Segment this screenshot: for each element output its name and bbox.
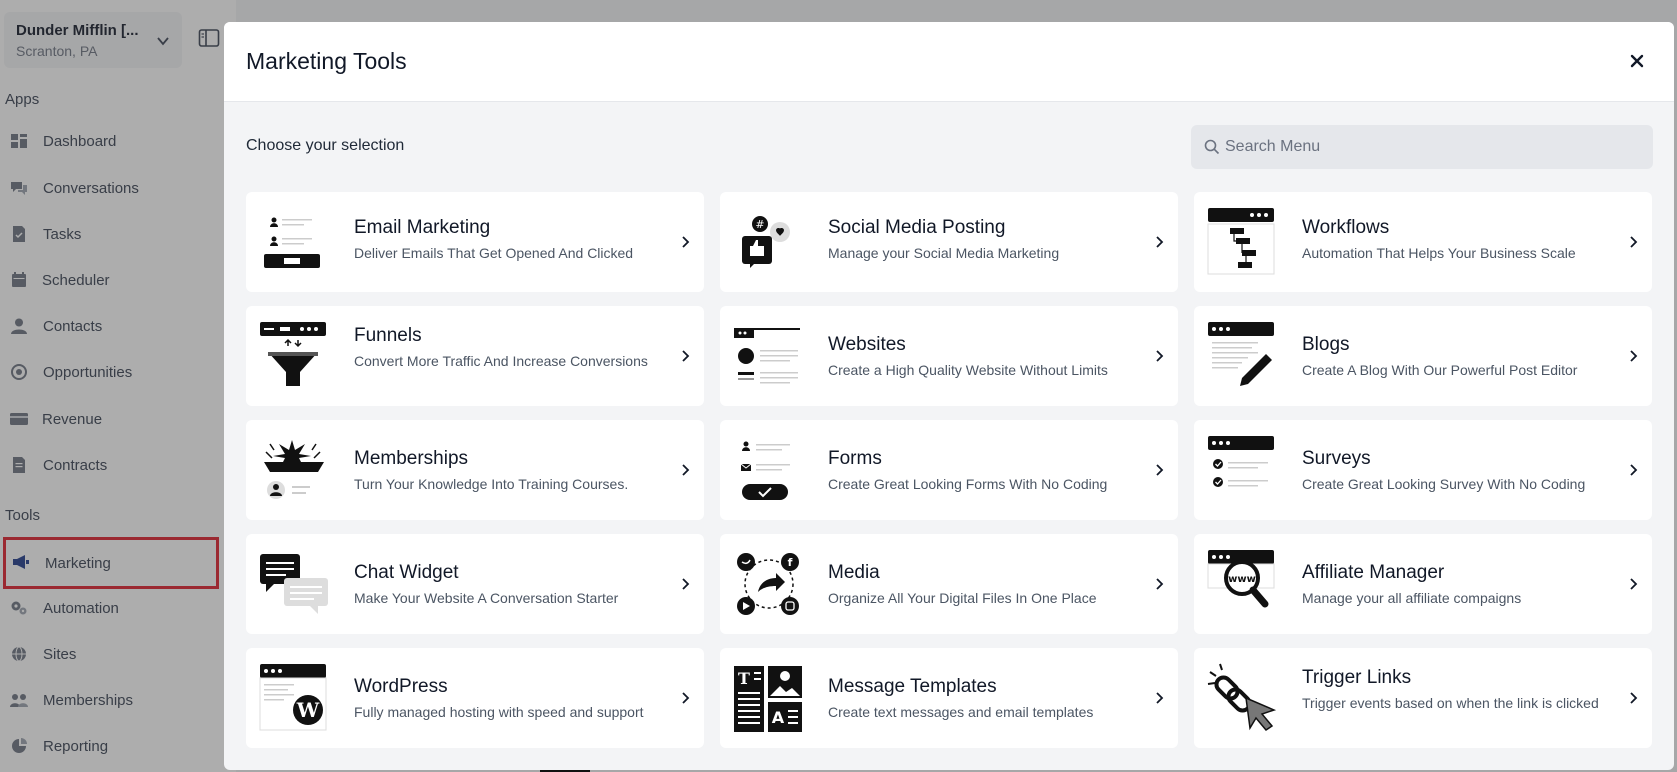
chevron-right-icon bbox=[682, 692, 690, 704]
card-title: Social Media Posting bbox=[828, 217, 1006, 238]
svg-text:W: W bbox=[296, 698, 320, 722]
close-icon[interactable] bbox=[1628, 52, 1646, 70]
chevron-right-icon bbox=[1630, 236, 1638, 248]
tool-card-websites[interactable]: Websites Create a High Quality Website W… bbox=[720, 306, 1178, 406]
tool-card-chat-widget[interactable]: Chat Widget Make Your Website A Conversa… bbox=[246, 534, 704, 634]
card-title: Media bbox=[828, 562, 880, 583]
tool-card-memberships[interactable]: Memberships Turn Your Knowledge Into Tra… bbox=[246, 420, 704, 520]
chevron-right-icon bbox=[1630, 350, 1638, 362]
modal-header: Marketing Tools bbox=[224, 22, 1674, 102]
chevron-right-icon bbox=[1630, 464, 1638, 476]
card-title: Email Marketing bbox=[354, 217, 491, 238]
card-description: Convert More Traffic And Increase Conver… bbox=[354, 353, 648, 369]
tool-card-forms[interactable]: Forms Create Great Looking Forms With No… bbox=[720, 420, 1178, 520]
card-description: Create Great Looking Forms With No Codin… bbox=[828, 476, 1108, 492]
card-description: Create a High Quality Website Without Li… bbox=[828, 362, 1108, 378]
card-description: Trigger events based on when the link is… bbox=[1302, 695, 1599, 711]
funnel-icon bbox=[260, 322, 326, 386]
card-description: Automation That Helps Your Business Scal… bbox=[1302, 245, 1576, 261]
chevron-right-icon bbox=[682, 236, 690, 248]
card-title: Surveys bbox=[1302, 448, 1371, 469]
chevron-right-icon bbox=[682, 350, 690, 362]
search-icon bbox=[1204, 139, 1220, 155]
svg-text:T: T bbox=[738, 669, 750, 688]
chevron-right-icon bbox=[682, 578, 690, 590]
card-title: Chat Widget bbox=[354, 562, 459, 583]
svg-text:A: A bbox=[772, 708, 785, 727]
card-title: Trigger Links bbox=[1302, 667, 1412, 688]
tool-card-blogs[interactable]: Blogs Create A Blog With Our Powerful Po… bbox=[1194, 306, 1652, 406]
affiliate-icon: www bbox=[1207, 550, 1275, 608]
chevron-right-icon bbox=[1156, 692, 1164, 704]
chevron-right-icon bbox=[1156, 350, 1164, 362]
card-description: Make Your Website A Conversation Starter bbox=[354, 590, 619, 606]
tool-card-wordpress[interactable]: W WordPress Fully managed hosting with s… bbox=[246, 648, 704, 748]
survey-icon bbox=[1208, 436, 1274, 487]
card-title: Message Templates bbox=[828, 676, 997, 697]
chevron-right-icon bbox=[1156, 236, 1164, 248]
card-title: Affiliate Manager bbox=[1302, 562, 1445, 583]
membership-icon bbox=[264, 440, 324, 499]
message-template-icon: T A bbox=[734, 666, 802, 732]
website-icon bbox=[734, 328, 800, 384]
svg-text:#: # bbox=[755, 218, 764, 231]
email-marketing-icon bbox=[264, 217, 320, 268]
search-input[interactable] bbox=[1225, 125, 1645, 169]
chat-widget-icon bbox=[260, 554, 328, 614]
svg-text:www: www bbox=[1228, 574, 1256, 585]
card-title: Blogs bbox=[1302, 334, 1350, 355]
tool-card-funnels[interactable]: Funnels Convert More Traffic And Increas… bbox=[246, 306, 704, 406]
trigger-link-icon bbox=[1207, 663, 1277, 731]
tool-card-message-templates[interactable]: T A Message Templates Create text messag… bbox=[720, 648, 1178, 748]
chevron-right-icon bbox=[1630, 578, 1638, 590]
tool-card-trigger-links[interactable]: Trigger Links Trigger events based on wh… bbox=[1194, 648, 1652, 748]
chevron-right-icon bbox=[682, 464, 690, 476]
media-icon: f bbox=[737, 553, 799, 615]
card-title: Memberships bbox=[354, 448, 469, 469]
card-description: Manage your all affiliate compaigns bbox=[1302, 590, 1522, 606]
card-title: Forms bbox=[828, 448, 882, 469]
svg-text:f: f bbox=[788, 556, 793, 569]
tool-card-affiliate-manager[interactable]: www Affiliate Manager Manage your all af… bbox=[1194, 534, 1652, 634]
tool-card-email-marketing[interactable]: Email Marketing Deliver Emails That Get … bbox=[246, 192, 704, 292]
card-description: Create text messages and email templates bbox=[828, 704, 1094, 720]
card-description: Create A Blog With Our Powerful Post Edi… bbox=[1302, 362, 1578, 378]
modal-title: Marketing Tools bbox=[246, 48, 407, 74]
blog-icon bbox=[1208, 322, 1274, 386]
chevron-right-icon bbox=[1156, 578, 1164, 590]
tool-card-surveys[interactable]: Surveys Create Great Looking Survey With… bbox=[1194, 420, 1652, 520]
social-media-icon: # bbox=[742, 216, 790, 268]
tool-card-social-media-posting[interactable]: # Social Media Posting Manage your Socia… bbox=[720, 192, 1178, 292]
chevron-right-icon bbox=[1630, 692, 1638, 704]
tool-card-workflows[interactable]: Workflows Automation That Helps Your Bus… bbox=[1194, 192, 1652, 292]
selection-subtitle: Choose your selection bbox=[246, 137, 405, 154]
workflow-icon bbox=[1207, 208, 1275, 275]
wordpress-icon: W bbox=[259, 664, 327, 731]
card-description: Create Great Looking Survey With No Codi… bbox=[1302, 476, 1586, 492]
card-description: Turn Your Knowledge Into Training Course… bbox=[354, 476, 629, 492]
tool-card-media[interactable]: f Media Organize All Your Digital Files … bbox=[720, 534, 1178, 634]
card-description: Fully managed hosting with speed and sup… bbox=[354, 704, 644, 720]
search-box bbox=[1191, 125, 1653, 169]
card-description: Deliver Emails That Get Opened And Click… bbox=[354, 245, 634, 261]
card-title: WordPress bbox=[354, 676, 448, 697]
card-description: Manage your Social Media Marketing bbox=[828, 245, 1060, 261]
chevron-right-icon bbox=[1156, 464, 1164, 476]
card-title: Workflows bbox=[1302, 217, 1390, 238]
card-description: Organize All Your Digital Files In One P… bbox=[828, 590, 1097, 606]
marketing-tools-modal: Marketing Tools Choose your selection Em… bbox=[224, 22, 1674, 770]
card-title: Websites bbox=[828, 334, 906, 355]
form-icon bbox=[740, 441, 790, 500]
card-title: Funnels bbox=[354, 325, 422, 346]
